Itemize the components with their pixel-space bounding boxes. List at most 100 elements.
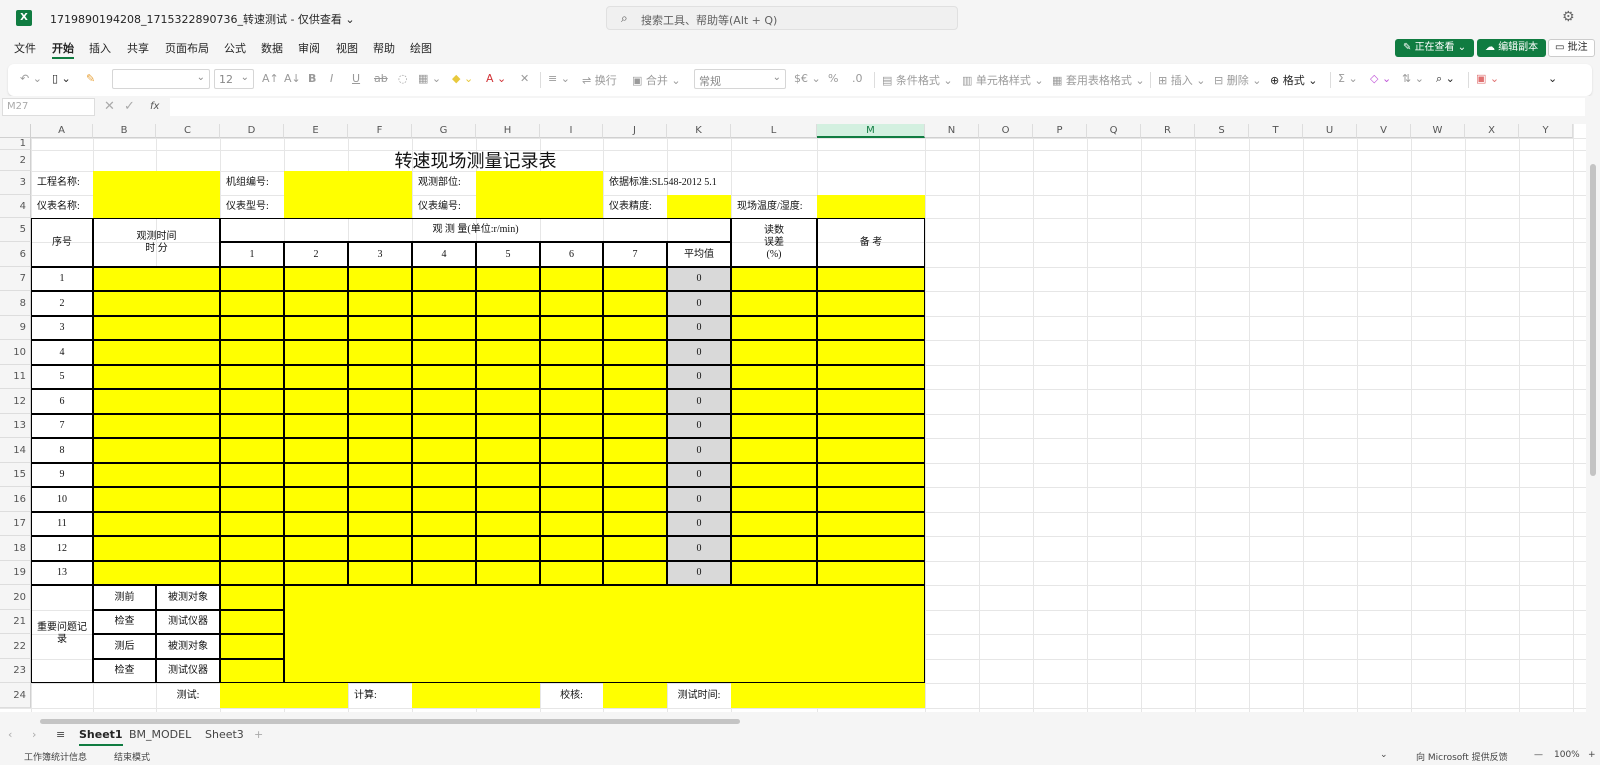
label-test-time[interactable]: 测试时间: [667,683,731,708]
row-reading[interactable] [540,561,603,585]
zoom-level[interactable]: 100% [1554,750,1580,760]
row-reading[interactable] [412,267,476,291]
row-reading[interactable] [220,291,284,316]
sheet-title[interactable]: 转速现场测量记录表 [348,150,603,171]
row-error[interactable] [731,487,817,512]
row-reading[interactable] [284,463,348,487]
issues-item-label[interactable]: 测试仪器 [156,659,220,683]
menu-data[interactable]: 数据 [261,40,283,56]
row-reading[interactable] [476,291,540,316]
label-project-name[interactable]: 工程名称: [31,171,93,195]
row-reading[interactable] [540,389,603,414]
row-average[interactable]: 0 [667,389,731,414]
row-reading[interactable] [603,414,667,438]
sort-filter-icon[interactable]: ⇅ ⌄ [1402,72,1424,85]
issues-item-value[interactable] [220,610,284,634]
row-reading[interactable] [540,512,603,536]
row-seq[interactable]: 6 [31,389,93,414]
strikethrough-icon[interactable]: ab [374,72,388,85]
column-header-h[interactable]: H [476,124,540,138]
row-header-2[interactable]: 2 [0,150,31,171]
row-header-13[interactable]: 13 [0,414,31,438]
header-remark[interactable]: 备 考 [817,218,925,267]
row-reading[interactable] [348,536,412,561]
row-error[interactable] [731,267,817,291]
vertical-scrollbar[interactable] [1586,124,1600,712]
row-reading[interactable] [348,267,412,291]
row-reading[interactable] [348,561,412,585]
row-time[interactable] [93,267,220,291]
label-temp-humidity[interactable]: 现场温度/湿度: [731,195,817,218]
label-tester[interactable]: 测试: [156,683,220,708]
row-reading[interactable] [476,463,540,487]
column-header-g[interactable]: G [412,124,476,138]
row-reading[interactable] [603,389,667,414]
row-header-15[interactable]: 15 [0,463,31,487]
row-reading[interactable] [540,365,603,389]
formula-input[interactable] [170,98,1585,116]
menu-draw[interactable]: 绘图 [410,40,432,56]
label-instrument-model[interactable]: 仪表型号: [220,195,284,218]
subscript-icon[interactable]: ◌ [398,72,408,85]
fill-color-icon[interactable]: ◆ ⌄ [452,72,473,85]
confirm-icon[interactable]: ✓ [124,99,135,114]
row-remark[interactable] [817,512,925,536]
row-remark[interactable] [817,463,925,487]
row-reading[interactable] [603,316,667,340]
row-reading[interactable] [540,316,603,340]
issues-notes[interactable] [284,585,925,683]
row-reading[interactable] [348,316,412,340]
tab-sheet3[interactable]: Sheet3 [205,728,244,741]
issues-item-label[interactable]: 被测对象 [156,585,220,610]
row-header-24[interactable]: 24 [0,683,31,708]
row-time[interactable] [93,389,220,414]
row-average[interactable]: 0 [667,561,731,585]
row-header-19[interactable]: 19 [0,561,31,585]
row-reading[interactable] [540,414,603,438]
row-reading[interactable] [412,536,476,561]
row-reading[interactable] [603,438,667,463]
label-calc[interactable]: 计算: [348,683,412,708]
row-time[interactable] [93,365,220,389]
row-average[interactable]: 0 [667,536,731,561]
decimal-icon[interactable]: .0 [852,72,863,85]
menu-page-layout[interactable]: 页面布局 [165,40,209,56]
issues-phase-label[interactable]: 测后 [93,634,156,659]
row-reading[interactable] [284,340,348,365]
currency-icon[interactable]: $€ ⌄ [794,72,821,85]
format-cells-button[interactable]: ⊕ 格式 ⌄ [1270,72,1317,88]
row-remark[interactable] [817,561,925,585]
input-instrument-no[interactable] [476,195,603,218]
row-reading[interactable] [476,512,540,536]
row-time[interactable] [93,512,220,536]
row-reading[interactable] [348,291,412,316]
header-measure[interactable]: 观 测 量(单位:r/min) [220,218,731,242]
header-reading-4[interactable]: 4 [412,242,476,267]
row-seq[interactable]: 8 [31,438,93,463]
row-remark[interactable] [817,316,925,340]
row-header-14[interactable]: 14 [0,438,31,463]
row-reading[interactable] [476,487,540,512]
issues-item-label[interactable]: 测试仪器 [156,610,220,634]
issues-phase-label[interactable]: 检查 [93,610,156,634]
select-all-corner[interactable] [0,124,31,138]
row-reading[interactable] [348,414,412,438]
input-verify[interactable] [603,683,667,708]
row-seq[interactable]: 11 [31,512,93,536]
row-error[interactable] [731,389,817,414]
all-sheets-icon[interactable]: ≡ [56,728,65,741]
row-reading[interactable] [284,438,348,463]
row-seq[interactable]: 1 [31,267,93,291]
row-header-3[interactable]: 3 [0,171,31,195]
column-header-w[interactable]: W [1411,124,1465,138]
feedback-link[interactable]: 向 Microsoft 提供反馈 [1416,750,1508,763]
underline-icon[interactable]: U [352,72,360,85]
column-header-f[interactable]: F [348,124,412,138]
row-reading[interactable] [603,463,667,487]
clear-format-icon[interactable]: ✕ [520,72,529,85]
align-icon[interactable]: ≡ ⌄ [548,72,570,85]
row-remark[interactable] [817,291,925,316]
row-time[interactable] [93,340,220,365]
row-reading[interactable] [476,389,540,414]
wrap-text-button[interactable]: ⇌ 换行 [582,72,617,88]
